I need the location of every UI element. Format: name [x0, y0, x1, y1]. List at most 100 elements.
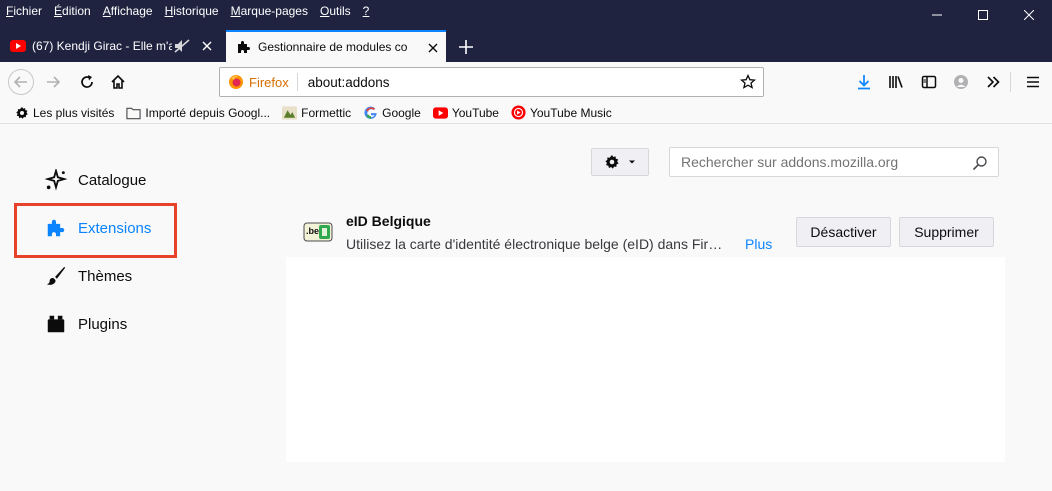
youtube-icon: [10, 40, 26, 52]
minimize-icon: [932, 14, 942, 16]
addon-card[interactable]: .be eID Belgique Utilisez la carte d'ide…: [286, 200, 1005, 255]
gear-icon: [605, 155, 619, 169]
menu-affichage[interactable]: Affichage: [103, 3, 153, 19]
plugin-icon: [44, 312, 68, 336]
star-icon: [740, 74, 756, 89]
maximize-icon: [978, 10, 988, 20]
bookmark-imported-folder[interactable]: Importé depuis Googl...: [126, 105, 270, 120]
category-plugins[interactable]: Plugins: [44, 312, 127, 336]
back-button[interactable]: [8, 69, 34, 95]
url-bar[interactable]: Firefox about:addons: [219, 67, 764, 97]
remove-button[interactable]: Supprimer: [899, 217, 994, 247]
tab-addons-manager[interactable]: Gestionnaire de modules comp: [226, 30, 446, 62]
minimize-button[interactable]: [914, 0, 960, 30]
close-icon: [428, 43, 438, 53]
close-icon: [202, 41, 212, 51]
tab-strip: (67) Kendji Girac - Elle m'a a Gestionna…: [0, 30, 1052, 62]
forward-button[interactable]: [40, 69, 66, 95]
bookmark-most-visited[interactable]: Les plus visités: [14, 105, 114, 120]
google-icon: [363, 105, 378, 120]
menu-historique[interactable]: Historique: [165, 3, 219, 19]
addons-search-input[interactable]: [681, 154, 961, 170]
tab-title: Gestionnaire de modules comp: [258, 40, 408, 54]
downloads-button[interactable]: [853, 71, 875, 93]
title-bar: Fichier Édition Affichage Historique Mar…: [0, 0, 1052, 30]
bookmark-youtube[interactable]: YouTube: [432, 105, 499, 120]
plus-icon: [459, 40, 473, 54]
addon-list-panel: [286, 257, 1005, 462]
bookmark-youtube-music[interactable]: YouTube Music: [511, 105, 612, 120]
menu-marque-pages[interactable]: Marque-pages: [231, 3, 308, 19]
addon-description: Utilisez la carte d'identité électroniqu…: [346, 236, 728, 252]
bookmarks-toolbar: Les plus visités Importé depuis Googl...…: [0, 102, 1052, 124]
youtube-music-icon: [511, 105, 526, 120]
app-menu-button[interactable]: [1022, 71, 1044, 93]
brush-icon: [44, 264, 68, 288]
category-label: Plugins: [78, 315, 128, 333]
gear-icon: [14, 105, 29, 120]
navigation-bar: Firefox about:addons: [0, 62, 1052, 102]
category-themes[interactable]: Thèmes: [44, 264, 132, 288]
close-window-button[interactable]: [1006, 0, 1052, 30]
identity-label: Firefox: [249, 74, 289, 90]
tab-title: (67) Kendji Girac - Elle m'a a: [32, 39, 172, 53]
eid-addon-icon: .be: [303, 222, 333, 242]
sidebar-icon: [921, 75, 937, 89]
tools-menu-button[interactable]: [591, 148, 649, 176]
addon-icon-text: .be: [306, 226, 320, 236]
menu-outils[interactable]: Outils: [320, 3, 351, 19]
bookmark-label: Importé depuis Googl...: [145, 105, 271, 120]
bookmark-formettic[interactable]: Formettic: [282, 105, 351, 120]
forward-arrow-icon: [47, 76, 61, 88]
bookmark-label: YouTube: [451, 105, 499, 120]
close-icon: [1024, 10, 1034, 20]
toolbar-separator: [1010, 72, 1011, 92]
addons-manager-page: Catalogue Extensions Thèmes Plugins Rech…: [0, 125, 1052, 491]
menu-fichier[interactable]: Fichier: [6, 3, 42, 19]
home-icon: [111, 74, 125, 89]
addon-name: eID Belgique: [346, 213, 431, 229]
url-separator: [296, 73, 298, 91]
bookmark-label: Google: [382, 105, 421, 120]
bookmark-label: YouTube Music: [529, 105, 612, 120]
reload-button[interactable]: [74, 69, 100, 95]
window-controls: [914, 0, 1052, 30]
menu-help[interactable]: ?: [363, 3, 370, 19]
youtube-icon: [432, 105, 448, 120]
overflow-button[interactable]: [982, 71, 1004, 93]
hamburger-menu-icon: [1027, 76, 1039, 88]
tab-close-button[interactable]: [200, 39, 214, 53]
category-label: Thèmes: [78, 267, 133, 285]
menu-bar: Fichier Édition Affichage Historique Mar…: [6, 3, 381, 19]
folder-icon: [126, 105, 141, 120]
tab-youtube[interactable]: (67) Kendji Girac - Elle m'a a: [0, 30, 220, 62]
bookmark-label: Les plus visités: [33, 105, 115, 120]
catalogue-icon: [44, 168, 68, 192]
disable-button[interactable]: Désactiver: [796, 217, 891, 247]
bookmark-google[interactable]: Google: [363, 105, 421, 120]
bookmark-label: Formettic: [301, 105, 352, 120]
new-tab-button[interactable]: [456, 37, 476, 57]
puzzle-icon: [238, 41, 250, 53]
search-icon[interactable]: [972, 155, 988, 171]
url-text[interactable]: about:addons: [308, 75, 390, 90]
bookmark-star-button[interactable]: [739, 73, 757, 91]
category-catalogue[interactable]: Catalogue: [44, 168, 146, 192]
formettic-icon: [282, 105, 298, 120]
menu-edition[interactable]: Édition: [54, 3, 91, 19]
chevron-down-icon: [629, 160, 635, 164]
reload-icon: [81, 75, 93, 88]
chevron-double-right-icon: [987, 76, 1000, 88]
addons-search-box[interactable]: [669, 147, 999, 177]
maximize-button[interactable]: [960, 0, 1006, 30]
tab-close-button[interactable]: [426, 41, 440, 55]
back-arrow-icon: [13, 76, 27, 88]
home-button[interactable]: [105, 69, 131, 95]
addon-more-link[interactable]: Plus: [745, 236, 772, 252]
firefox-icon: [229, 75, 243, 89]
muted-speaker-icon[interactable]: [174, 39, 190, 53]
sidebar-toggle-button[interactable]: [918, 71, 940, 93]
account-button[interactable]: [950, 71, 972, 93]
library-button[interactable]: [885, 71, 907, 93]
category-label: Catalogue: [78, 171, 147, 189]
